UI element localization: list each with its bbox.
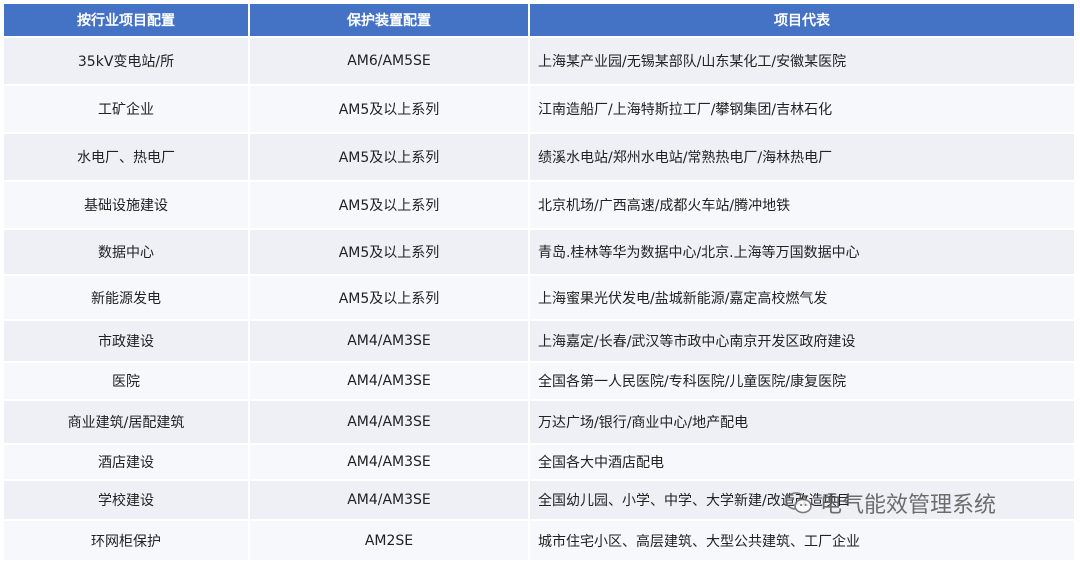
header-protection-device: 保护装置配置 <box>250 4 530 38</box>
wechat-icon <box>785 492 812 514</box>
project-representative-cell: 上海某产业园/无锡某部队/山东某化工/安徽某医院 <box>530 38 1076 86</box>
protection-device-cell: AM5及以上系列 <box>250 230 530 276</box>
protection-device-cell: AM4/AM3SE <box>250 445 530 481</box>
project-representative-cell: 全国各第一人民医院/专科医院/儿童医院/康复医院 <box>530 363 1076 401</box>
industry-cell: 医院 <box>4 363 250 401</box>
project-representative-cell: 青岛.桂林等华为数据中心/北京.上海等万国数据中心 <box>530 230 1076 276</box>
project-representative-cell: 江南造船厂/上海特斯拉工厂/攀钢集团/吉林石化 <box>530 86 1076 134</box>
protection-device-cell: AM5及以上系列 <box>250 86 530 134</box>
industry-cell: 数据中心 <box>4 230 250 276</box>
industry-cell: 学校建设 <box>4 481 250 521</box>
project-config-table: 按行业项目配置 保护装置配置 项目代表 35kV变电站/所 AM6/AM5SE 上海… <box>4 4 1076 562</box>
project-representative-cell: 全国各大中酒店配电 <box>530 445 1076 481</box>
project-representative-cell: 上海嘉定/长春/武汉等市政中心南京开发区政府建设 <box>530 321 1076 363</box>
watermark-text: 电气能效管理系统 <box>820 493 997 518</box>
watermark: 电气能效管理系统 <box>784 487 996 519</box>
industry-cell: 环网柜保护 <box>4 521 250 562</box>
project-representative-cell: 城市住宅小区、高层建筑、大型公共建筑、工厂企业 <box>530 521 1076 562</box>
project-representative-cell: 上海蜜果光伏发电/盐城新能源/嘉定高校燃气发 <box>530 276 1076 321</box>
industry-cell: 35kV变电站/所 <box>4 38 250 86</box>
protection-device-cell: AM4/AM3SE <box>250 401 530 445</box>
project-representative-cell: 万达广场/银行/商业中心/地产配电 <box>530 401 1076 445</box>
protection-device-cell: AM4/AM3SE <box>250 321 530 363</box>
header-industry: 按行业项目配置 <box>4 4 250 38</box>
protection-device-cell: AM4/AM3SE <box>250 481 530 521</box>
industry-cell: 工矿企业 <box>4 86 250 134</box>
industry-cell: 酒店建设 <box>4 445 250 481</box>
project-representative-cell: 绩溪水电站/郑州水电站/常熟热电厂/海林热电厂 <box>530 134 1076 182</box>
header-project-representative: 项目代表 <box>530 4 1076 38</box>
protection-device-cell: AM5及以上系列 <box>250 276 530 321</box>
protection-device-cell: AM5及以上系列 <box>250 134 530 182</box>
project-representative-cell: 北京机场/广西高速/成都火车站/腾冲地铁 <box>530 182 1076 230</box>
protection-device-cell: AM6/AM5SE <box>250 38 530 86</box>
protection-device-cell: AM5及以上系列 <box>250 182 530 230</box>
protection-device-cell: AM4/AM3SE <box>250 363 530 401</box>
industry-cell: 新能源发电 <box>4 276 250 321</box>
protection-device-cell: AM2SE <box>250 521 530 562</box>
industry-cell: 基础设施建设 <box>4 182 250 230</box>
industry-cell: 市政建设 <box>4 321 250 363</box>
industry-cell: 水电厂、热电厂 <box>4 134 250 182</box>
industry-cell: 商业建筑/居配建筑 <box>4 401 250 445</box>
